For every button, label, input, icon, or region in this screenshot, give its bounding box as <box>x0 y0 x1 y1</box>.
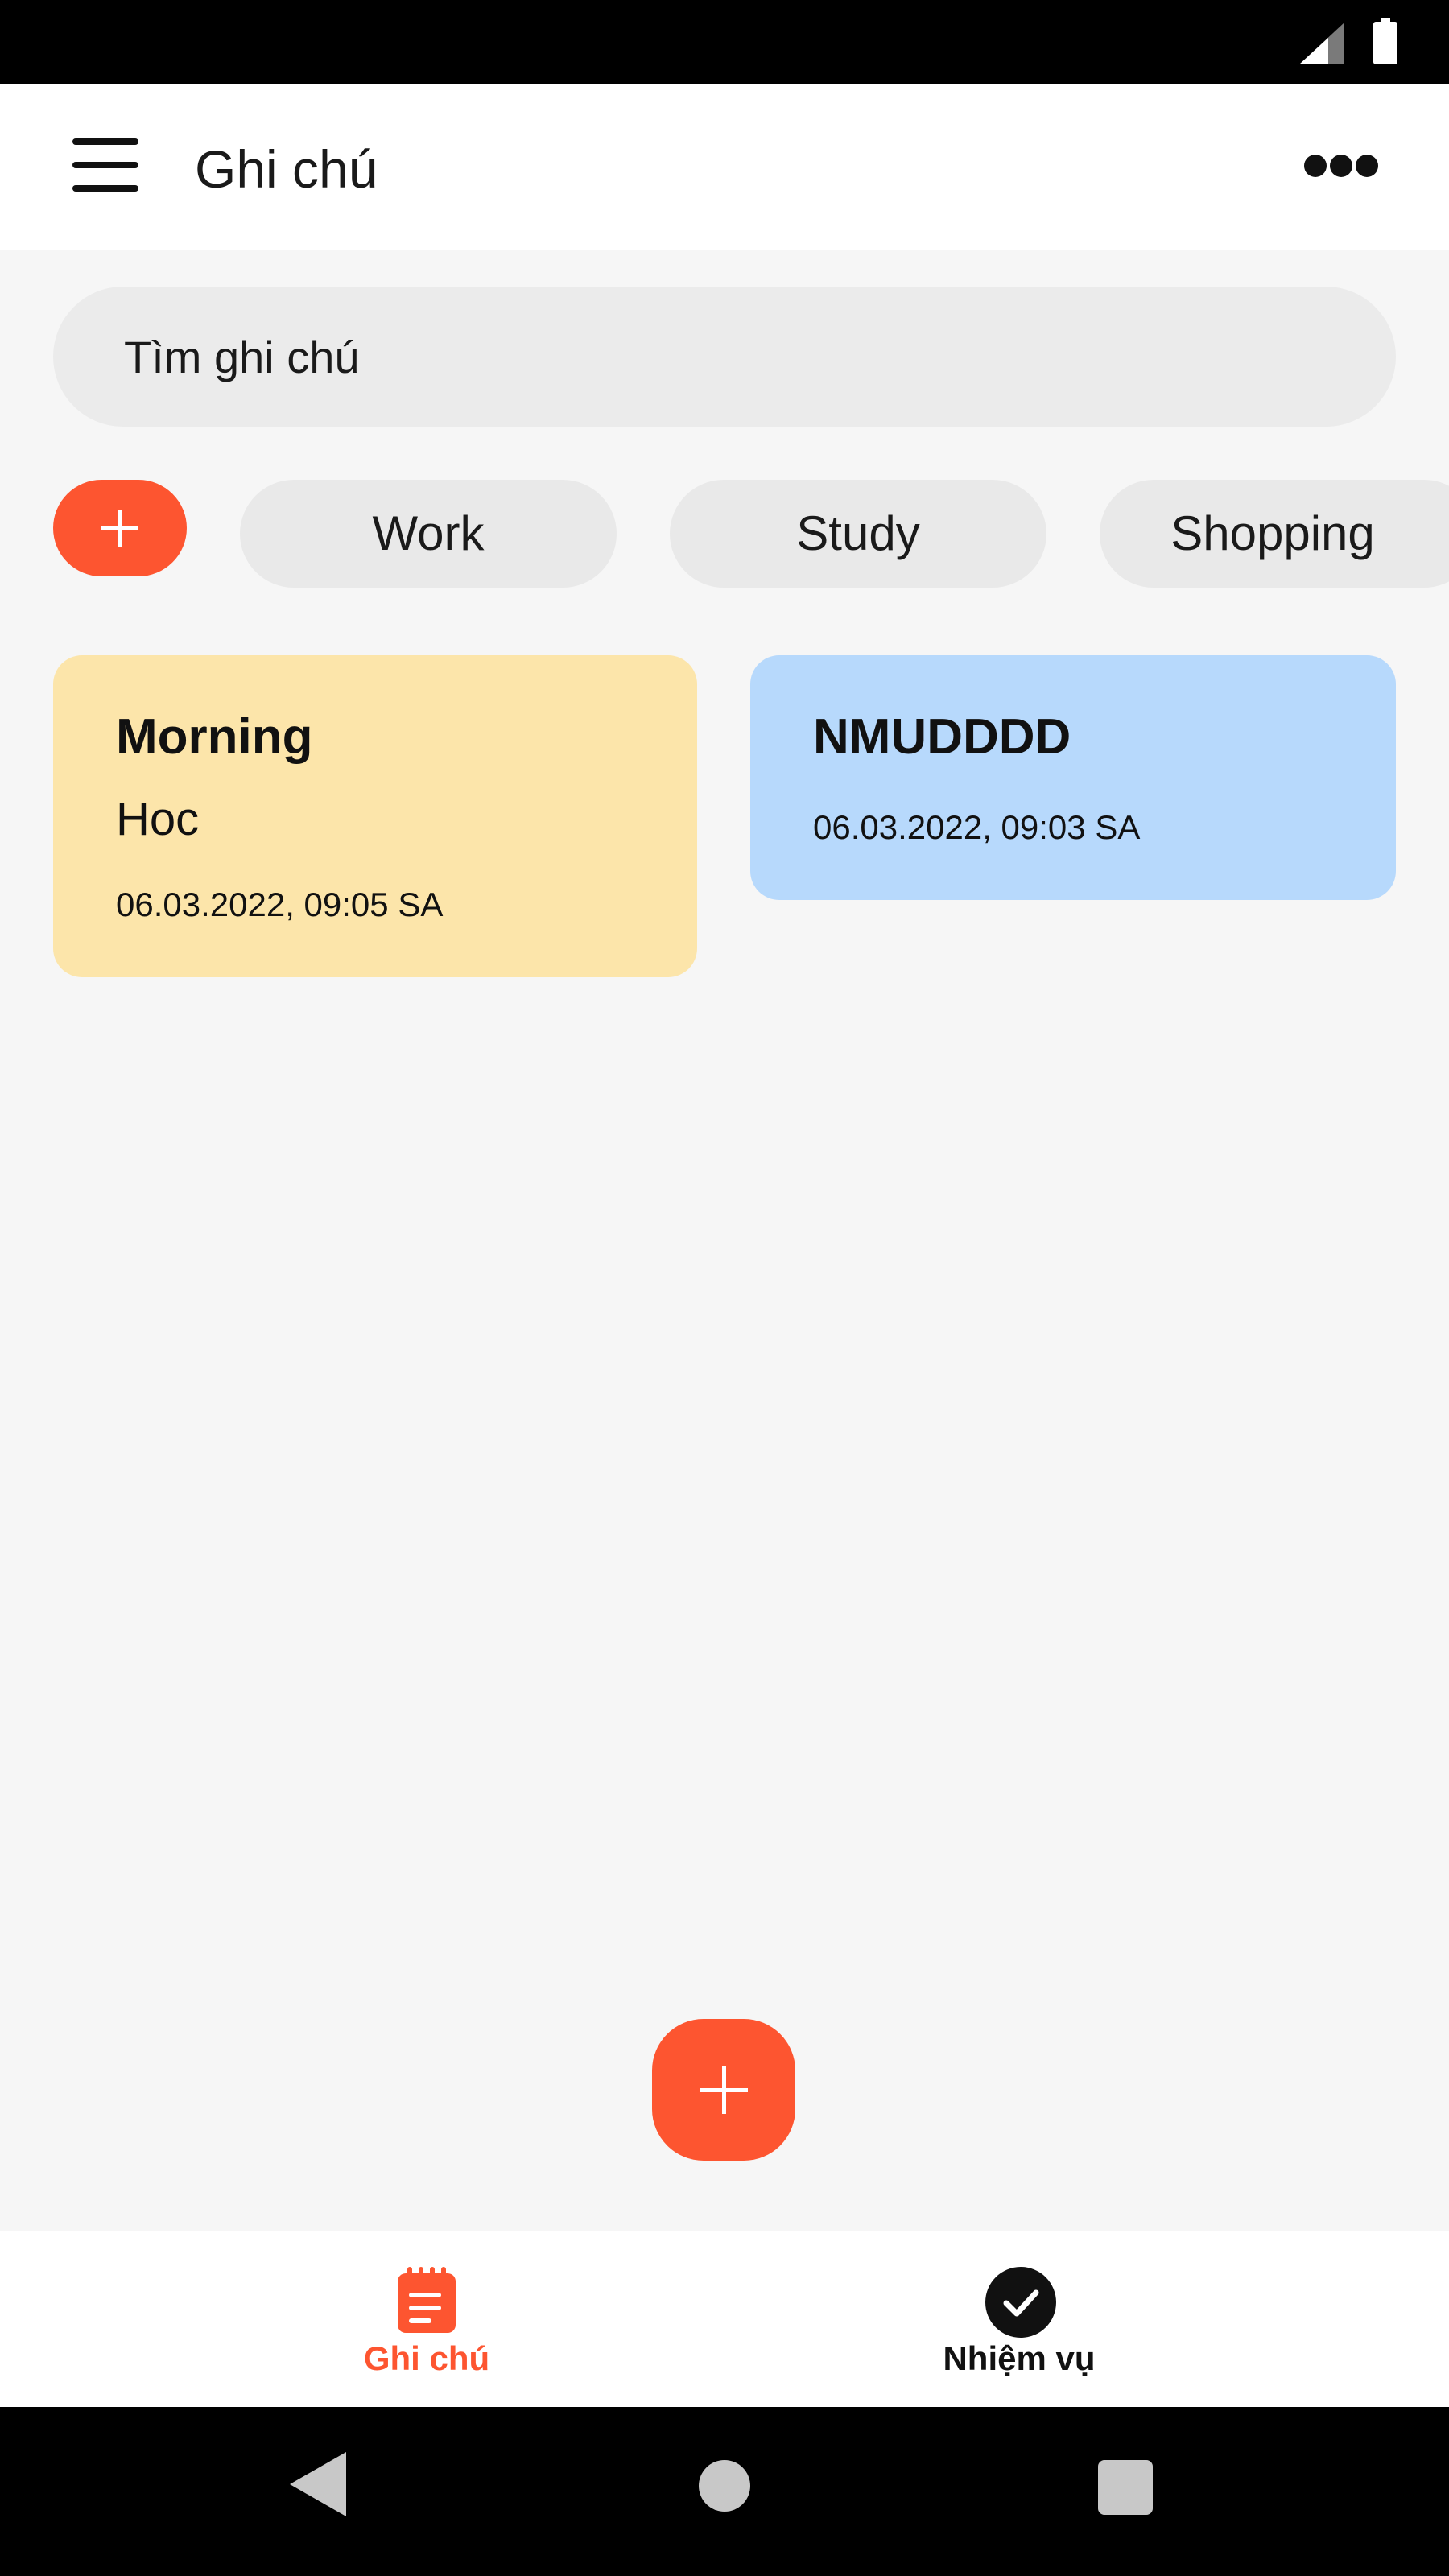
notepad-icon <box>398 2267 456 2333</box>
hamburger-menu-icon[interactable] <box>72 138 138 192</box>
category-chip-shopping[interactable]: Shopping <box>1100 480 1449 588</box>
plus-icon <box>101 510 138 547</box>
plus-icon <box>700 2066 748 2114</box>
search-input[interactable] <box>53 287 1396 427</box>
nav-item-notes[interactable]: Ghi chú <box>266 2231 588 2407</box>
app-bar: Ghi chú <box>0 84 1449 250</box>
nav-label-notes: Ghi chú <box>363 2339 490 2377</box>
battery-icon <box>1373 18 1397 64</box>
note-date: 06.03.2022, 09:05 SA <box>116 886 444 923</box>
add-category-button[interactable] <box>53 480 187 576</box>
note-card[interactable]: Morning Hoc 06.03.2022, 09:05 SA <box>53 655 697 977</box>
category-chip-study[interactable]: Study <box>670 480 1046 588</box>
nav-item-tasks[interactable]: Nhiệm vụ <box>858 2231 1180 2407</box>
nav-label-tasks: Nhiệm vụ <box>943 2339 1096 2377</box>
status-bar <box>0 0 1449 84</box>
note-title: Morning <box>116 709 313 765</box>
check-circle-icon <box>985 2267 1056 2338</box>
back-triangle-icon[interactable] <box>290 2452 346 2516</box>
note-title: NMUDDDD <box>813 709 1071 765</box>
home-circle-icon[interactable] <box>699 2460 750 2512</box>
note-card[interactable]: NMUDDDD 06.03.2022, 09:03 SA <box>750 655 1396 900</box>
bottom-navigation: Ghi chú Nhiệm vụ <box>0 2231 1449 2407</box>
more-options-icon[interactable] <box>1304 155 1378 179</box>
category-chip-work[interactable]: Work <box>240 480 617 588</box>
system-navigation-bar <box>0 2407 1449 2576</box>
recents-square-icon[interactable] <box>1098 2460 1153 2515</box>
notes-app-screen: Ghi chú Work Study Shopping Morning Hoc … <box>0 0 1449 2576</box>
note-date: 06.03.2022, 09:03 SA <box>813 808 1141 846</box>
page-title: Ghi chú <box>195 139 378 199</box>
signal-icon <box>1299 23 1344 64</box>
note-body: Hoc <box>116 793 200 845</box>
add-note-button[interactable] <box>652 2019 795 2161</box>
